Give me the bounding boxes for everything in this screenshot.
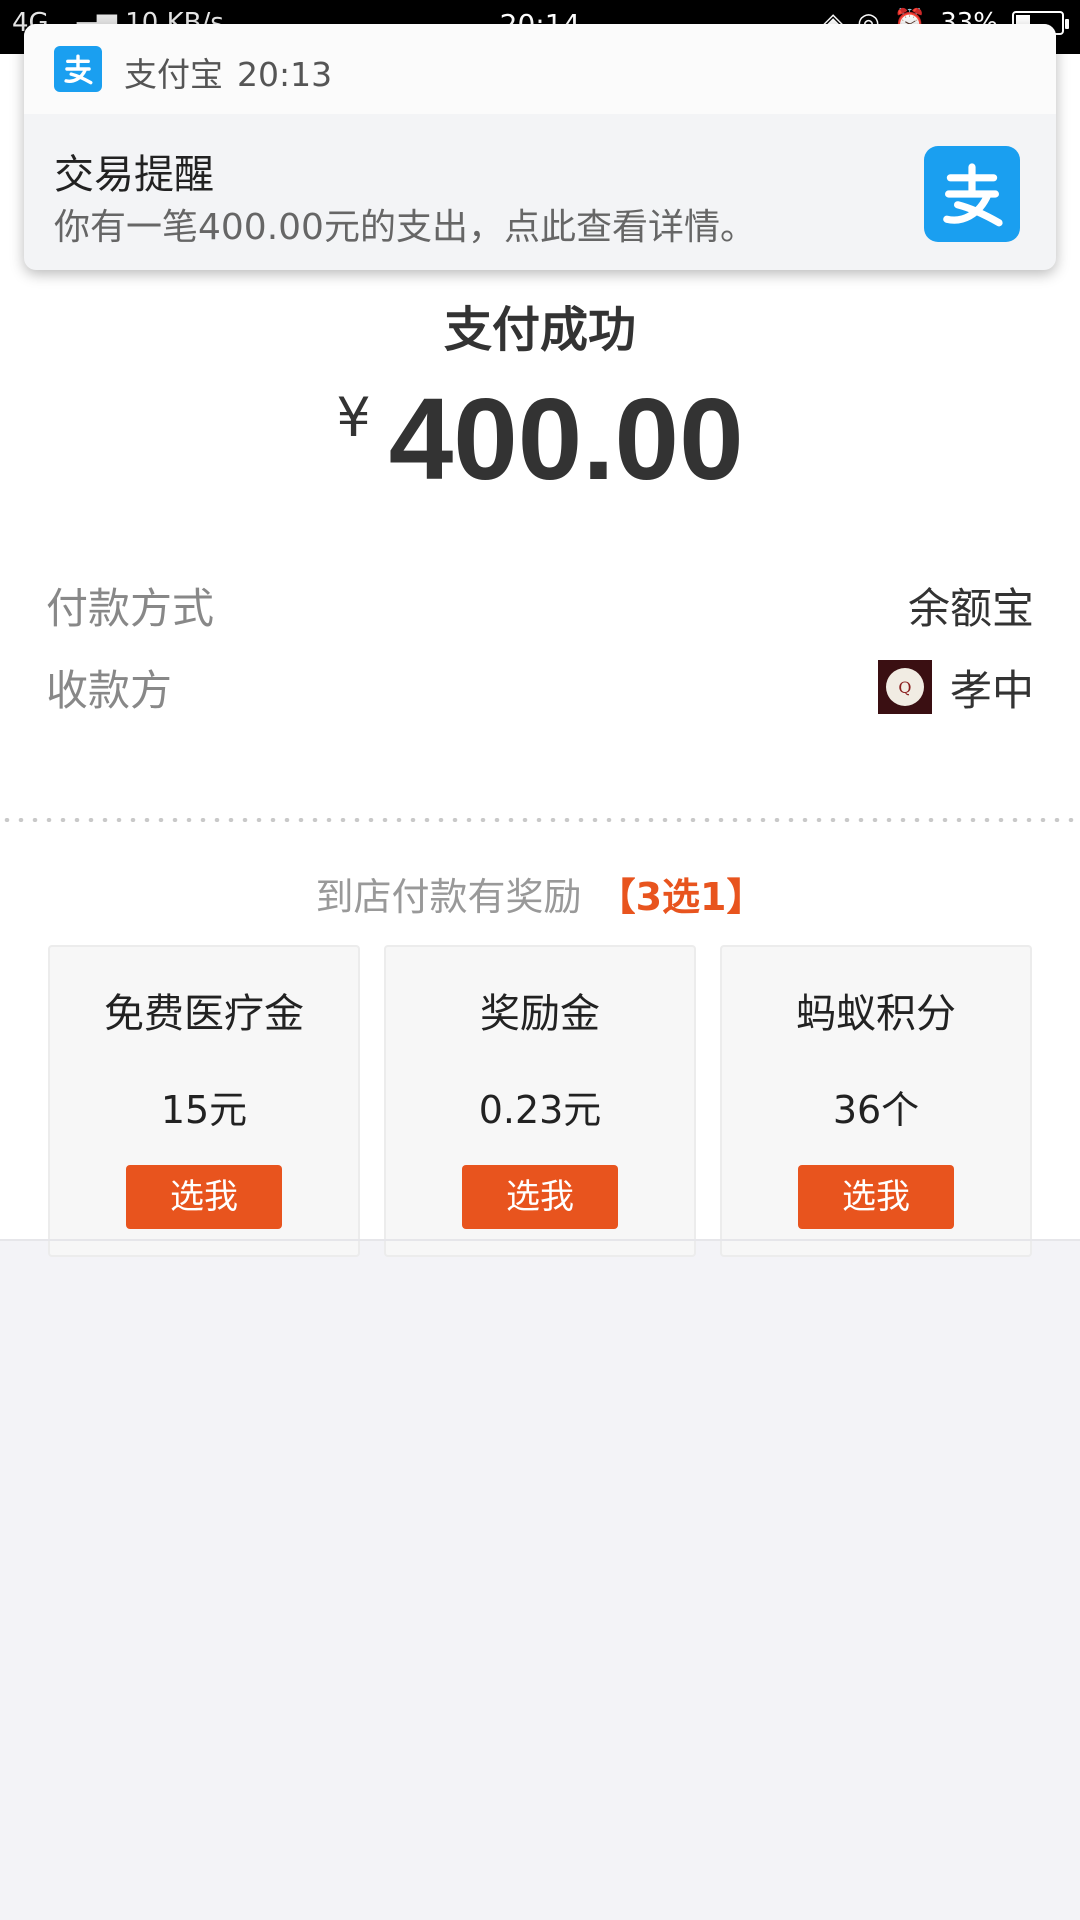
notification-header: 支付宝 20:13 — [24, 24, 1056, 114]
reward-name: 奖励金 — [480, 991, 600, 1037]
merchant-logo-icon: Q — [885, 668, 924, 706]
notification-body: 你有一笔400.00元的支出，点此查看详情。 — [54, 207, 756, 248]
content-bottom-divider — [0, 1239, 1080, 1241]
reward-card-medical: 免费医疗金 15元 选我 — [48, 945, 360, 1257]
amount-value: 400.00 — [388, 374, 744, 504]
merchant-avatar: Q — [877, 660, 932, 714]
notification-app-meta: 支付宝 20:13 — [124, 48, 332, 96]
payee-value-wrap[interactable]: Q 孝中 — [877, 657, 1034, 718]
payment-method-value: 余额宝 — [907, 583, 1034, 633]
notification-title: 交易提醒 — [54, 152, 214, 198]
payee-label: 收款方 — [46, 665, 173, 715]
screen: 4G ▂▄▆ 10 KB/s 20:14 ◈ ◎ ⏰ 33% 完成 支付成功 ¥… — [0, 0, 1080, 1920]
reward-title: 到店付款有奖励 — [315, 875, 582, 919]
reward-value: 15元 — [160, 1088, 248, 1132]
payment-method-label: 付款方式 — [46, 583, 215, 633]
reward-value: 36个 — [832, 1088, 920, 1132]
reward-cards: 免费医疗金 15元 选我 奖励金 0.23元 选我 蚂蚁积分 36个 选我 — [48, 945, 1032, 1257]
reward-value: 0.23元 — [478, 1088, 602, 1132]
transaction-notification[interactable]: 支付宝 20:13 交易提醒 你有一笔400.00元的支出，点此查看详情。 — [24, 24, 1056, 270]
dotted-divider — [0, 818, 1080, 822]
reward-name: 蚂蚁积分 — [796, 991, 956, 1037]
select-button-medical[interactable]: 选我 — [126, 1165, 282, 1229]
currency-symbol: ¥ — [336, 386, 371, 449]
select-button-bonus[interactable]: 选我 — [462, 1165, 618, 1229]
payee-value: 孝中 — [949, 665, 1034, 715]
alipay-icon — [924, 146, 1020, 242]
reward-name: 免费医疗金 — [104, 991, 304, 1037]
select-button-points[interactable]: 选我 — [798, 1165, 954, 1229]
payment-amount: ¥400.00 — [0, 372, 1080, 506]
reward-card-points: 蚂蚁积分 36个 选我 — [720, 945, 1032, 1257]
notification-time: 20:13 — [237, 55, 333, 94]
reward-header: 到店付款有奖励 【3选1】 — [0, 866, 1080, 921]
payment-status: 支付成功 — [443, 304, 636, 357]
alipay-icon — [54, 46, 102, 92]
reward-card-bonus: 奖励金 0.23元 选我 — [384, 945, 696, 1257]
payment-method-row: 付款方式 余额宝 — [46, 570, 1034, 640]
notification-app-name: 支付宝 — [124, 55, 223, 94]
reward-pick-count: 【3选1】 — [597, 875, 765, 919]
payee-row: 收款方 Q 孝中 — [46, 652, 1034, 722]
